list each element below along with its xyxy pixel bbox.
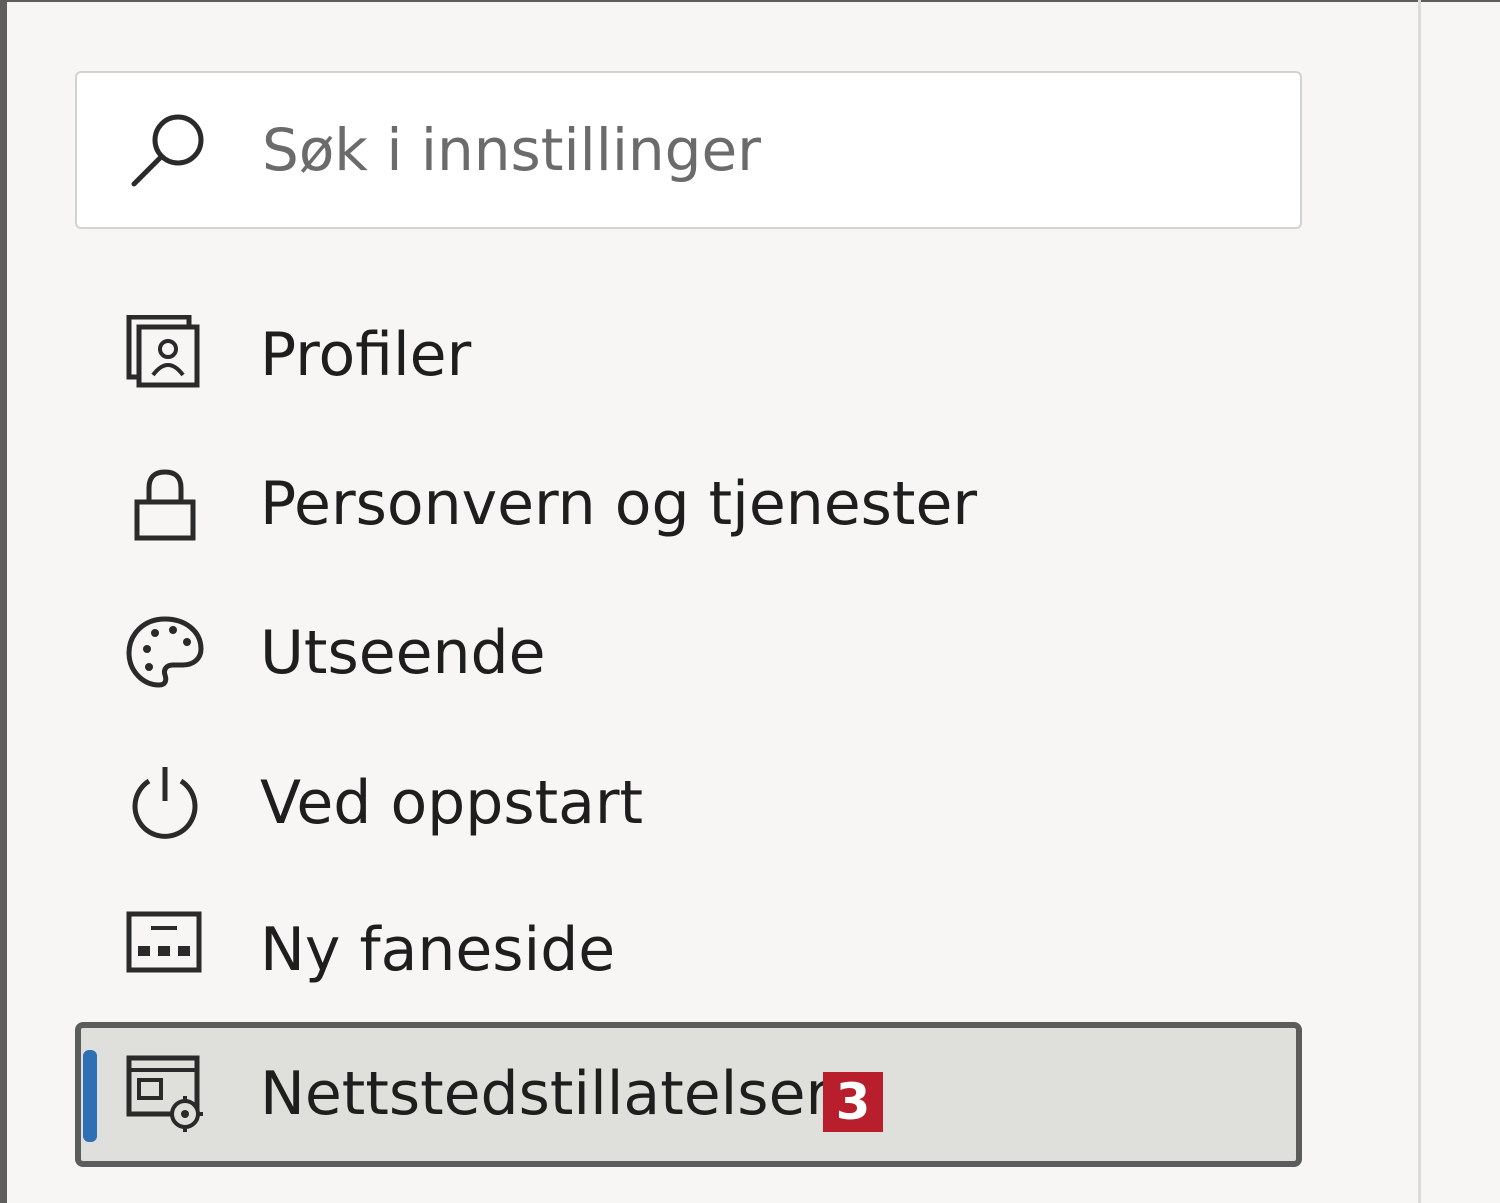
new-tab-page-icon bbox=[125, 910, 205, 990]
sidebar-item-label: Ved oppstart bbox=[260, 768, 644, 838]
search-icon bbox=[128, 108, 212, 192]
selected-indicator bbox=[83, 1050, 97, 1142]
profile-icon bbox=[125, 315, 205, 395]
sidebar-item-appearance[interactable]: Utseende bbox=[75, 581, 1302, 726]
sidebar-item-site-permissions[interactable]: Nettstedstillatelser 3 bbox=[75, 1022, 1302, 1167]
sidebar-item-profiler[interactable]: Profiler bbox=[75, 283, 1302, 428]
sidebar-item-startup[interactable]: Ved oppstart bbox=[75, 731, 1302, 876]
sidebar-item-privacy[interactable]: Personvern og tjenester bbox=[75, 432, 1302, 577]
power-icon bbox=[125, 763, 205, 843]
sidebar-item-label: Personvern og tjenester bbox=[260, 469, 978, 539]
notification-badge: 3 bbox=[823, 1072, 883, 1132]
search-input[interactable] bbox=[262, 100, 1262, 200]
sidebar-item-label: Ny faneside bbox=[260, 915, 616, 985]
sidebar-item-new-tab[interactable]: Ny faneside bbox=[75, 878, 1302, 1023]
panel-divider bbox=[1418, 0, 1421, 1203]
lock-icon bbox=[125, 464, 205, 544]
sidebar-item-label: Nettstedstillatelser bbox=[260, 1059, 831, 1129]
palette-icon bbox=[125, 613, 205, 693]
sidebar-item-label: Utseende bbox=[260, 618, 546, 688]
site-permissions-icon bbox=[125, 1054, 205, 1134]
sidebar-item-label: Profiler bbox=[260, 320, 472, 390]
